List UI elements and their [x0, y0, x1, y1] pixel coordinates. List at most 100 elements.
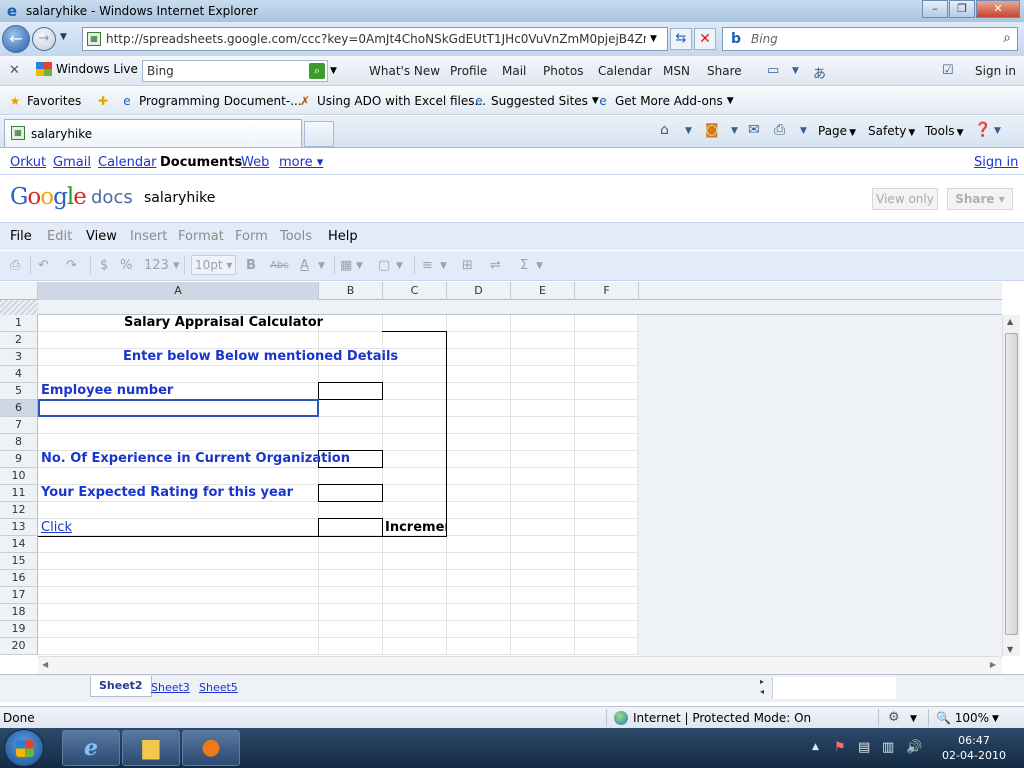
- cell-area[interactable]: Salary Appraisal Calculator Enter below …: [38, 315, 638, 656]
- popup-blocker-icon[interactable]: ⚙: [888, 710, 900, 725]
- close-window-button[interactable]: ✕: [976, 0, 1020, 18]
- row-header[interactable]: 12: [0, 502, 38, 519]
- address-bar[interactable]: ▦ http://spreadsheets.google.com/ccc?key…: [82, 27, 668, 51]
- column-header-f[interactable]: F: [575, 282, 639, 300]
- feeds-dropdown-icon[interactable]: ▼: [731, 126, 738, 136]
- strikethrough-button[interactable]: Abc: [270, 260, 289, 271]
- column-header-b[interactable]: B: [319, 282, 383, 300]
- row-header[interactable]: 7: [0, 417, 38, 434]
- live-search-dropdown-icon[interactable]: ▼: [330, 66, 337, 76]
- help-dropdown-icon[interactable]: ▼: [994, 126, 1001, 136]
- row-header[interactable]: 2: [0, 332, 38, 349]
- device-icon[interactable]: ▤: [858, 740, 870, 755]
- menu-tools[interactable]: Tools: [280, 229, 312, 244]
- column-header-c[interactable]: C: [383, 282, 447, 300]
- add-favorite-button[interactable]: ✚: [96, 94, 115, 108]
- row-header[interactable]: 11: [0, 485, 38, 502]
- minimize-button[interactable]: –: [922, 0, 948, 18]
- layout-dropdown-icon[interactable]: ▼: [792, 66, 799, 76]
- column-header-d[interactable]: D: [447, 282, 511, 300]
- row-header[interactable]: 10: [0, 468, 38, 485]
- result-cell[interactable]: [318, 518, 383, 537]
- live-link-calendar[interactable]: Calendar: [598, 64, 652, 78]
- forward-button[interactable]: →: [32, 27, 56, 51]
- freeze-handle[interactable]: [0, 300, 38, 315]
- sheet-tab-sheet2[interactable]: Sheet2: [90, 676, 152, 697]
- number-format-dropdown[interactable]: 123 ▾: [144, 258, 179, 273]
- maximize-button[interactable]: ❐: [949, 0, 975, 18]
- row-header[interactable]: 5: [0, 383, 38, 400]
- favorite-item-get-more-addons[interactable]: e Get More Add-ons ▼: [596, 94, 733, 108]
- merge-cells-icon[interactable]: ⊞: [462, 258, 473, 273]
- url-text[interactable]: http://spreadsheets.google.com/ccc?key=0…: [106, 32, 646, 46]
- rating-input[interactable]: [318, 484, 383, 502]
- refresh-button[interactable]: ⇆: [670, 28, 692, 50]
- security-zone[interactable]: Internet | Protected Mode: On: [614, 711, 811, 725]
- stop-button[interactable]: ✕: [694, 28, 716, 50]
- undo-icon[interactable]: ↶: [38, 258, 49, 273]
- scroll-down-icon[interactable]: ▼: [1007, 645, 1013, 654]
- align-icon[interactable]: ≡: [422, 258, 433, 273]
- clock[interactable]: 06:47 02-04-2010: [936, 733, 1012, 763]
- menu-view[interactable]: View: [86, 229, 117, 244]
- home-dropdown-icon[interactable]: ▼: [685, 126, 692, 136]
- share-button[interactable]: Share ▾: [947, 188, 1013, 210]
- vertical-scrollbar[interactable]: ▲ ▼: [1002, 315, 1020, 656]
- horizontal-scrollbar[interactable]: ◀ ▶: [38, 656, 1002, 674]
- scroll-up-icon[interactable]: ▲: [1007, 317, 1013, 326]
- row-header[interactable]: 8: [0, 434, 38, 451]
- mail-icon[interactable]: ✉: [748, 122, 760, 138]
- address-dropdown-icon[interactable]: ▼: [650, 34, 657, 44]
- print-dropdown-icon[interactable]: ▼: [800, 126, 807, 136]
- scroll-thumb[interactable]: [1005, 333, 1018, 635]
- row-header[interactable]: 16: [0, 570, 38, 587]
- start-button[interactable]: [4, 729, 44, 767]
- row-header[interactable]: 9: [0, 451, 38, 468]
- nav-link-orkut[interactable]: Orkut: [10, 155, 46, 170]
- action-center-icon[interactable]: ⚑: [834, 740, 846, 755]
- column-header-e[interactable]: E: [511, 282, 575, 300]
- help-icon[interactable]: ❓: [974, 122, 991, 138]
- translate-icon[interactable]: あ: [813, 63, 826, 82]
- nav-link-gmail[interactable]: Gmail: [53, 155, 91, 170]
- volume-icon[interactable]: 🔊: [906, 740, 922, 755]
- live-link-profile[interactable]: Profile: [450, 64, 487, 78]
- fill-color-icon[interactable]: ▦: [340, 258, 352, 273]
- search-input[interactable]: Bing: [751, 32, 778, 46]
- live-link-mail[interactable]: Mail: [502, 64, 526, 78]
- zoom-dropdown-icon[interactable]: ▼: [992, 714, 999, 724]
- new-tab-button[interactable]: [304, 121, 334, 147]
- live-link-whats-new[interactable]: What's New: [369, 64, 440, 78]
- redo-icon[interactable]: ↷: [66, 258, 77, 273]
- menu-edit[interactable]: Edit: [47, 229, 72, 244]
- sheet-tab-sheet5[interactable]: Sheet5: [199, 681, 238, 694]
- sum-function-button[interactable]: Σ: [520, 258, 528, 273]
- align-dropdown-icon[interactable]: ▼: [440, 261, 447, 271]
- popup-dropdown-icon[interactable]: ▼: [910, 714, 917, 724]
- layout-icon[interactable]: ▭: [767, 63, 779, 78]
- row-header[interactable]: 18: [0, 604, 38, 621]
- taskbar-firefox[interactable]: ●: [182, 730, 240, 766]
- selected-cell-a6[interactable]: [38, 399, 319, 417]
- menu-format[interactable]: Format: [178, 229, 224, 244]
- show-hidden-icons-icon[interactable]: ▲: [812, 742, 819, 752]
- live-link-photos[interactable]: Photos: [543, 64, 583, 78]
- checkbox-icon[interactable]: ☑: [942, 63, 954, 78]
- network-icon[interactable]: ▥: [882, 740, 894, 755]
- nav-link-more[interactable]: more ▾: [279, 155, 323, 170]
- close-toolbar-icon[interactable]: ✕: [9, 63, 20, 78]
- borders-dropdown-icon[interactable]: ▼: [396, 261, 403, 271]
- row-header[interactable]: 15: [0, 553, 38, 570]
- currency-format-button[interactable]: $: [100, 258, 108, 273]
- column-header-a[interactable]: A: [38, 282, 319, 300]
- bold-button[interactable]: B: [246, 258, 256, 273]
- favorite-item-suggested-sites[interactable]: e Suggested Sites ▼: [472, 94, 599, 108]
- row-header[interactable]: 3: [0, 349, 38, 366]
- sheet-tab-sheet3[interactable]: Sheet3: [151, 681, 190, 694]
- row-header[interactable]: 4: [0, 366, 38, 383]
- live-search-input[interactable]: Bing ⌕: [142, 60, 328, 82]
- borders-icon[interactable]: ▢: [378, 258, 390, 273]
- home-icon[interactable]: ⌂: [660, 122, 669, 138]
- corner-cell[interactable]: [0, 282, 38, 300]
- taskbar-explorer[interactable]: ▆: [122, 730, 180, 766]
